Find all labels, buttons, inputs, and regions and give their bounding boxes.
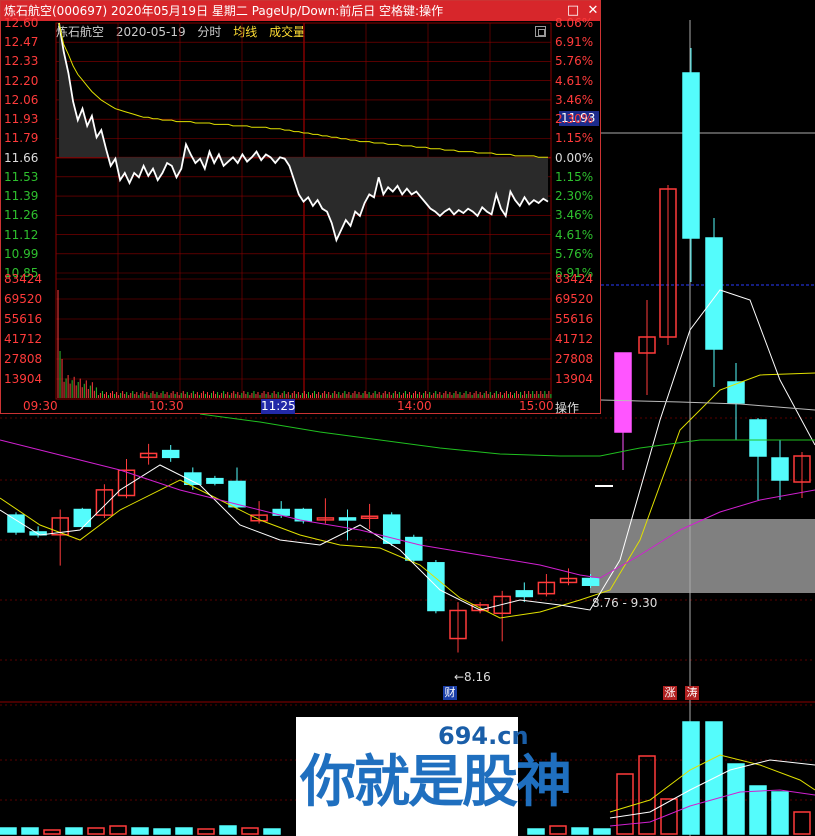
candle-body <box>427 562 445 612</box>
percent-tick-label: 6.91% <box>555 35 594 50</box>
volume-tick-label: 83424 <box>4 272 43 286</box>
price-tick-label: 12.47 <box>4 35 39 50</box>
volume-bar <box>43 829 61 835</box>
popup-title: 炼石航空(000697) 2020年05月19日 星期二 PageUp/Down… <box>4 4 444 18</box>
volume-bar <box>593 828 611 835</box>
time-tick-label: 14:00 <box>397 399 432 413</box>
watermark-site: 694.cn <box>438 722 529 750</box>
volume-tick-label: 13904 <box>4 372 43 386</box>
volume-tick-label: 27808 <box>4 352 43 366</box>
volume-tick-label: 41712 <box>555 332 594 346</box>
price-tick-label: 12.20 <box>4 73 39 88</box>
volume-bar <box>241 827 259 835</box>
time-tick-label: 11:25 <box>261 399 296 414</box>
volume-bar <box>263 828 281 835</box>
ma-green-line <box>199 413 815 457</box>
volume-bar <box>571 827 589 835</box>
volume-bar <box>197 828 215 835</box>
volume-bar <box>727 763 745 835</box>
candle-body <box>614 352 632 433</box>
watermark-text: 你就是股神 <box>300 750 572 815</box>
price-tick-label: 11.39 <box>4 189 39 204</box>
candle-body <box>73 508 92 528</box>
low-price-label: ←8.16 <box>454 670 491 684</box>
candle-body <box>771 457 789 481</box>
volume-bar <box>87 827 105 835</box>
volume-tick-label: 83424 <box>555 272 594 286</box>
candle-body <box>515 590 534 598</box>
price-tick-label: 12.06 <box>4 92 39 107</box>
percent-tick-label: 1.15% <box>555 131 594 146</box>
percent-tick-label: 1.15% <box>555 169 594 184</box>
volume-tick-label: 13904 <box>555 372 594 386</box>
candle-body <box>727 381 745 404</box>
intraday-popup-window[interactable]: 炼石航空(000697) 2020年05月19日 星期二 PageUp/Down… <box>0 0 601 416</box>
price-tick-label: 11.79 <box>4 131 39 146</box>
volume-bar <box>219 825 237 835</box>
volume-bar <box>131 827 149 835</box>
badge-finance[interactable]: 财 <box>443 686 457 700</box>
range-label: 8.76 - 9.30 <box>592 596 658 610</box>
percent-tick-label: 5.76% <box>555 54 594 69</box>
price-tick-label: 11.26 <box>4 208 39 223</box>
candle-body <box>749 419 767 457</box>
candle-body <box>206 477 224 484</box>
percent-tick-label: 5.76% <box>555 246 594 261</box>
candle-body <box>581 577 600 586</box>
percent-tick-label: 4.61% <box>555 227 594 242</box>
volume-bar <box>682 721 700 835</box>
price-tick-label: 11.12 <box>4 227 39 242</box>
volume-tick-label: 41712 <box>4 332 43 346</box>
operation-label[interactable]: 操作 <box>555 399 579 416</box>
popup-title-bar[interactable]: 炼石航空(000697) 2020年05月19日 星期二 PageUp/Down… <box>1 1 600 21</box>
price-tick-label: 11.66 <box>4 150 39 165</box>
percent-tick-label: 2.30% <box>555 189 594 204</box>
volume-bar <box>153 828 171 835</box>
price-tick-label: 11.53 <box>4 169 39 184</box>
candle-body <box>682 72 700 239</box>
volume-tick-label: 69520 <box>4 292 43 306</box>
volume-bar <box>175 827 193 835</box>
intraday-chart[interactable] <box>1 21 600 413</box>
volume-bar <box>793 811 811 835</box>
volume-bar <box>65 827 83 835</box>
volume-bar <box>771 791 789 835</box>
volume-bar <box>0 827 17 835</box>
time-tick-label: 09:30 <box>23 399 58 413</box>
volume-bar <box>749 785 767 835</box>
volume-tick-label: 27808 <box>555 352 594 366</box>
selection-box <box>590 519 815 593</box>
percent-tick-label: 3.46% <box>555 92 594 107</box>
volume-tick-label: 55616 <box>4 312 43 326</box>
price-tick-label: 12.60 <box>4 16 39 30</box>
volume-bar <box>549 825 567 835</box>
volume-bar <box>109 825 127 835</box>
percent-tick-label: 0.00% <box>555 150 594 165</box>
price-tick-label: 12.33 <box>4 54 39 69</box>
percent-tick-label: 8.06% <box>555 16 594 30</box>
candle-body <box>161 449 180 459</box>
volume-tick-label: 69520 <box>555 292 594 306</box>
badge-surge[interactable]: 涛 <box>685 686 699 700</box>
volume-tick-label: 55616 <box>555 312 594 326</box>
time-tick-label: 10:30 <box>149 399 184 413</box>
price-tick-label: 10.99 <box>4 246 39 261</box>
candle-body <box>405 536 423 561</box>
percent-tick-label: 2.30% <box>555 112 594 127</box>
percent-tick-label: 4.61% <box>555 73 594 88</box>
volume-bar <box>527 828 545 835</box>
percent-tick-label: 3.46% <box>555 208 594 223</box>
volume-bar <box>21 827 39 835</box>
candle-body <box>705 237 723 350</box>
price-tick-label: 11.93 <box>4 112 39 127</box>
badge-limit-up[interactable]: 涨 <box>663 686 677 700</box>
time-tick-label: 15:00 <box>519 399 554 413</box>
candle-body <box>338 517 357 521</box>
